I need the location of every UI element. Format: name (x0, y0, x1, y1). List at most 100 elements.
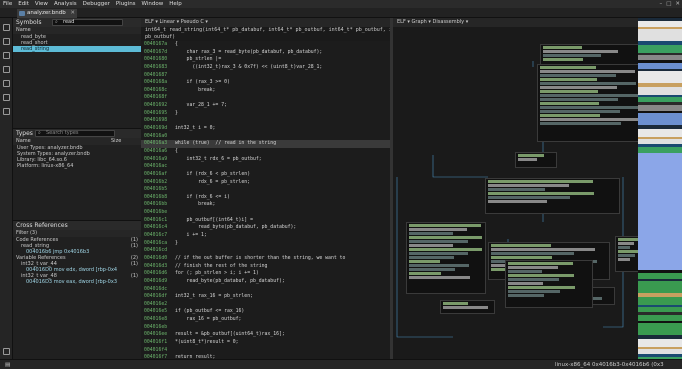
graph-block[interactable] (406, 222, 486, 294)
code-address[interactable]: 004016d0 (141, 255, 175, 263)
code-address[interactable]: 00401692 (141, 102, 175, 110)
code-address[interactable]: 0040169d (141, 125, 175, 133)
code-address[interactable]: 004016ee (141, 331, 175, 339)
code-line[interactable]: break; (175, 87, 390, 95)
code-line[interactable]: pb_strlen |= (175, 56, 390, 64)
code-line[interactable]: if (rdx_6 <= i) (175, 194, 390, 202)
symbol-search-input[interactable]: ⌕ read (52, 19, 123, 26)
types-icon[interactable] (3, 38, 10, 45)
code-address[interactable]: 00401680 (141, 56, 175, 64)
code-line[interactable]: // if the out buffer is shorter than the… (175, 255, 390, 263)
code-address[interactable]: 00401683 (141, 64, 175, 72)
code-address[interactable]: 0040167a (141, 41, 175, 49)
code-address[interactable]: 004016f1 (141, 339, 175, 347)
code-line[interactable]: } (175, 110, 390, 118)
graph-block[interactable] (515, 152, 557, 168)
linear-view-header[interactable]: ELF ▾ Linear ▾ Pseudo C ▾ (141, 18, 390, 27)
code-line[interactable] (175, 72, 390, 80)
code-address[interactable]: 004016d3 (141, 263, 175, 271)
code-line[interactable]: pb_outbuf[(int64_t)i] = (175, 217, 390, 225)
code-line[interactable]: { (175, 148, 390, 156)
types-search-input[interactable]: ⌕ Search types (35, 130, 115, 137)
code-line[interactable] (175, 324, 390, 332)
code-address[interactable]: 004016a9 (141, 156, 175, 164)
code-line[interactable]: { (175, 41, 390, 49)
code-line[interactable]: int32_t rdx_6 = pb_outbuf; (175, 156, 390, 164)
code-line[interactable] (175, 347, 390, 355)
menu-item-file[interactable]: File (0, 0, 15, 8)
menu-item-debugger[interactable]: Debugger (80, 0, 113, 8)
code-address[interactable]: 004016a3 (141, 140, 175, 148)
code-line[interactable]: ((int32_t)rax_3 & 0x7f) << (uint8_t)var_… (175, 64, 390, 72)
code-address[interactable]: 004016f4 (141, 347, 175, 355)
code-line[interactable]: if (rax_3 >= 0) (175, 79, 390, 87)
code-line[interactable]: rdx_6 = pb_strlen; (175, 179, 390, 187)
settings-icon[interactable] (3, 348, 10, 355)
tab-analyzer[interactable]: analyzer.bndb ✕ (17, 9, 77, 18)
code-address[interactable]: 004016c1 (141, 217, 175, 225)
minimize-icon[interactable]: – (659, 0, 662, 8)
code-address[interactable]: 004016d6 (141, 270, 175, 278)
type-item[interactable]: Platform: linux-x86_64 (13, 163, 141, 169)
graph-block[interactable] (537, 64, 645, 142)
code-address[interactable]: 004016ac (141, 163, 175, 171)
tab-close-icon[interactable]: ✕ (70, 9, 75, 18)
stack-icon[interactable] (3, 94, 10, 101)
code-address[interactable]: 004016af (141, 171, 175, 179)
menu-item-plugins[interactable]: Plugins (113, 0, 139, 8)
xref-row[interactable]: 004016D3 mov eax, dword [rbp-0x3 (13, 279, 141, 285)
code-line[interactable] (175, 94, 390, 102)
code-address[interactable]: 004016be (141, 209, 175, 217)
menu-item-edit[interactable]: Edit (15, 0, 32, 8)
status-platform[interactable]: linux-x86_64 (555, 360, 590, 369)
code-line[interactable]: } (175, 240, 390, 248)
code-line[interactable]: if (pb_outbuf <= rax_16) (175, 308, 390, 316)
code-address[interactable]: 004016b5 (141, 186, 175, 194)
code-address[interactable]: 004016d9 (141, 278, 175, 286)
graph-block[interactable] (440, 300, 495, 314)
code-address[interactable]: 0040168a (141, 79, 175, 87)
code-address[interactable]: 004016df (141, 293, 175, 301)
code-line[interactable]: while (true) // read in the string (175, 140, 390, 148)
code-address[interactable]: 004016e5 (141, 308, 175, 316)
code-address[interactable]: 004016e8 (141, 316, 175, 324)
code-line[interactable]: int32_t i = 0; (175, 125, 390, 133)
close-icon[interactable]: ✕ (675, 0, 680, 8)
xrefs-filter[interactable]: Filter (3) (13, 230, 141, 237)
code-line[interactable] (175, 209, 390, 217)
code-line[interactable]: break; (175, 201, 390, 209)
code-line[interactable]: int32_t rax_16 = pb_strlen; (175, 293, 390, 301)
code-line[interactable] (175, 117, 390, 125)
xrefs-icon[interactable] (3, 108, 10, 115)
pseudo-c-code[interactable]: { char rax_3 = read_byte(pb_databuf, pb_… (175, 41, 390, 369)
code-line[interactable]: read_byte(pb_databuf, pb_databuf); (175, 224, 390, 232)
code-line[interactable] (175, 186, 390, 194)
code-line[interactable]: i += 1; (175, 232, 390, 240)
code-address[interactable]: 004016eb (141, 324, 175, 332)
code-address[interactable]: 004016c7 (141, 232, 175, 240)
menu-item-view[interactable]: View (32, 0, 51, 8)
code-line[interactable]: // finish the rest of the string (175, 263, 390, 271)
code-address[interactable]: 004016c4 (141, 224, 175, 232)
code-line[interactable]: if (rdx_6 < pb_strlen) (175, 171, 390, 179)
code-line[interactable]: *(uint8_t*)result = 0; (175, 339, 390, 347)
code-address[interactable]: 0040167d (141, 49, 175, 57)
code-line[interactable] (175, 301, 390, 309)
graph-block[interactable] (505, 260, 593, 308)
code-line[interactable]: for (; pb_strlen > i; i += 1) (175, 270, 390, 278)
graph-view-header[interactable]: ELF ▾ Graph ▾ Disassembly ▾ (393, 18, 638, 27)
code-address[interactable]: 004016bb (141, 201, 175, 209)
code-address[interactable]: 00401687 (141, 72, 175, 80)
tags-icon[interactable] (3, 52, 10, 59)
menu-item-analysis[interactable]: Analysis (51, 0, 80, 8)
code-address[interactable]: 004016b2 (141, 179, 175, 187)
graph-block[interactable] (540, 44, 640, 66)
code-address[interactable]: 004016a0 (141, 133, 175, 141)
code-line[interactable] (175, 163, 390, 171)
code-address[interactable]: 004016ca (141, 240, 175, 248)
code-address[interactable]: 004016b8 (141, 194, 175, 202)
strings-icon[interactable] (3, 66, 10, 73)
code-line[interactable]: result = &pb_outbuf[(uint64_t)rax_16]; (175, 331, 390, 339)
code-address[interactable]: 00401698 (141, 117, 175, 125)
code-line[interactable]: rax_16 = pb_outbuf; (175, 316, 390, 324)
